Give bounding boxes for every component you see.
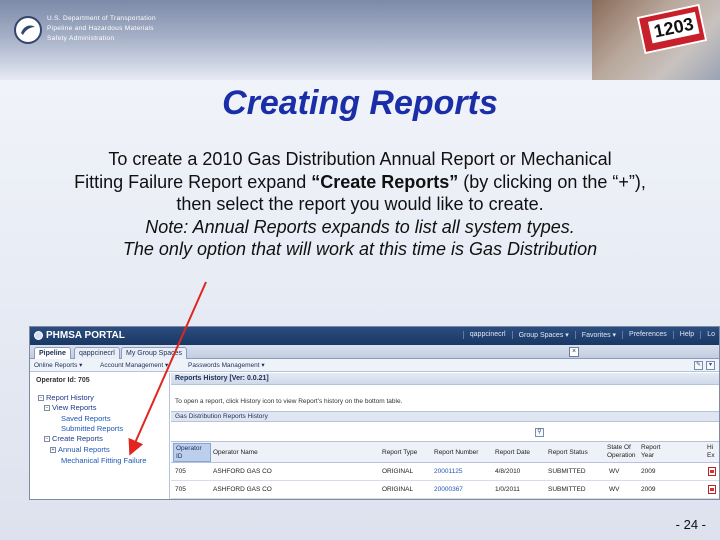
- slide-page-number: - 24 -: [675, 517, 706, 532]
- annotation-arrow: [128, 281, 207, 456]
